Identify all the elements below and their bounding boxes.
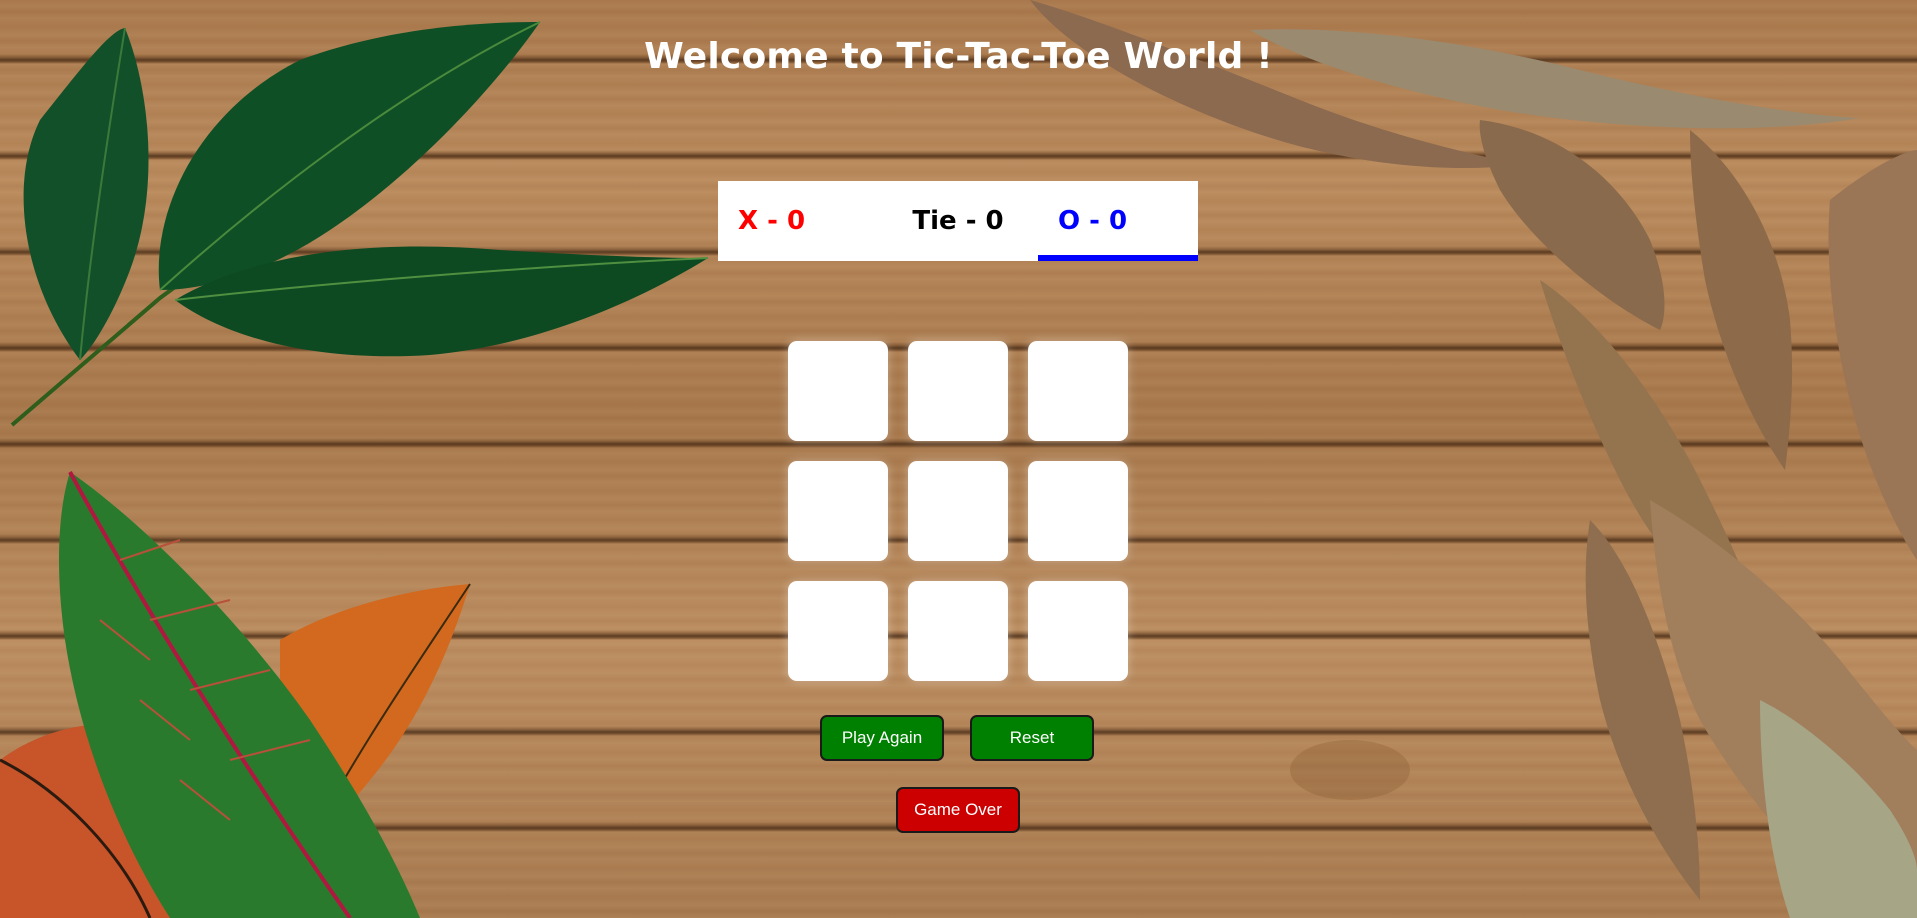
scoreboard: X - 0 Tie - 0 O - 0 <box>718 181 1198 261</box>
board-cell-5[interactable] <box>908 461 1008 561</box>
green-leaf-cluster-top-left <box>10 21 709 427</box>
wood-knot <box>1290 740 1410 800</box>
score-o: O - 0 <box>1038 181 1198 261</box>
board-cell-6[interactable] <box>1028 461 1128 561</box>
reset-button[interactable]: Reset <box>970 715 1094 761</box>
board-cell-8[interactable] <box>908 581 1008 681</box>
play-again-button[interactable]: Play Again <box>820 715 944 761</box>
score-x: X - 0 <box>738 206 806 236</box>
page-title: Welcome to Tic-Tac-Toe World ! <box>644 36 1273 77</box>
board-cell-9[interactable] <box>1028 581 1128 681</box>
board-cell-3[interactable] <box>1028 341 1128 441</box>
board-cell-4[interactable] <box>788 461 888 561</box>
board-cell-1[interactable] <box>788 341 888 441</box>
dried-leaf-cluster-right <box>1030 0 1917 918</box>
game-over-button[interactable]: Game Over <box>896 787 1020 833</box>
board-cell-7[interactable] <box>788 581 888 681</box>
croton-leaf-cluster-bottom-left <box>0 471 471 918</box>
score-tie: Tie - 0 <box>912 206 1004 236</box>
game-board <box>788 341 1128 681</box>
board-cell-2[interactable] <box>908 341 1008 441</box>
